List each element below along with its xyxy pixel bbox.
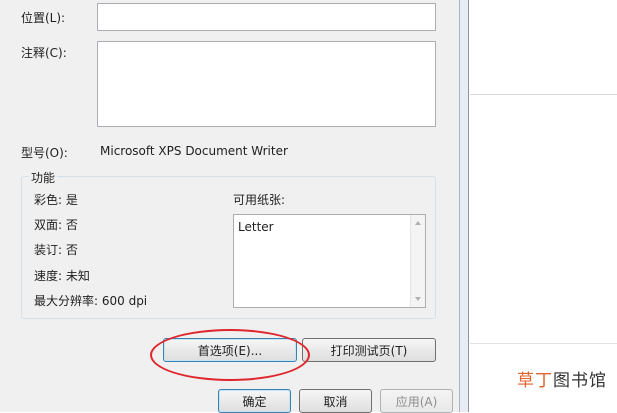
paper-label: 可用纸张: xyxy=(233,193,286,207)
ok-button[interactable]: 确定 xyxy=(218,389,291,413)
location-label: 位置(L): xyxy=(21,11,66,25)
watermark-logo: 草丁图书馆 xyxy=(517,366,607,391)
preferences-button[interactable]: 首选项(E)... xyxy=(163,338,297,362)
watermark-text: 图书馆 xyxy=(553,371,607,391)
comment-field[interactable] xyxy=(97,41,436,127)
background-divider xyxy=(470,94,617,95)
speed-feature: 速度: 未知 xyxy=(34,269,90,283)
watermark-accent-text: 草丁 xyxy=(517,371,553,391)
duplex-feature: 双面: 否 xyxy=(34,218,78,232)
staple-feature: 装订: 否 xyxy=(34,243,78,257)
scroll-down-icon[interactable] xyxy=(415,297,421,301)
background-divider-lower xyxy=(470,343,617,344)
paper-item-letter[interactable]: Letter xyxy=(238,220,274,234)
cancel-button[interactable]: 取消 xyxy=(299,389,372,413)
location-field[interactable] xyxy=(97,3,436,31)
model-label: 型号(O): xyxy=(21,146,68,160)
paper-listbox[interactable]: Letter xyxy=(233,214,426,308)
print-test-page-button[interactable]: 打印测试页(T) xyxy=(302,338,436,362)
paper-scrollbar[interactable] xyxy=(410,215,425,307)
model-value: Microsoft XPS Document Writer xyxy=(100,144,288,158)
scroll-up-icon[interactable] xyxy=(415,221,421,225)
apply-button: 应用(A) xyxy=(380,389,453,413)
comment-label: 注释(C): xyxy=(21,46,67,60)
printer-properties-dialog: 位置(L): 注释(C): 型号(O): Microsoft XPS Docum… xyxy=(0,0,459,413)
color-feature: 彩色: 是 xyxy=(34,193,78,207)
dialog-window-edge xyxy=(459,0,469,412)
features-group-title: 功能 xyxy=(29,169,58,186)
max-resolution-feature: 最大分辨率: 600 dpi xyxy=(34,294,148,308)
